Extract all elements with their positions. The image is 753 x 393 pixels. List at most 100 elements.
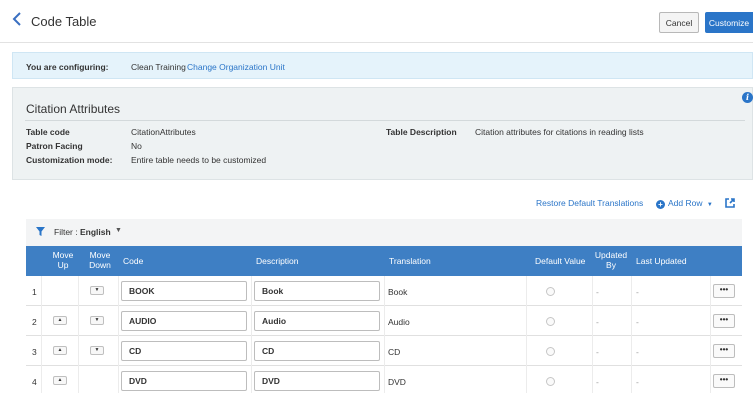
move-up-button[interactable]: ▲ <box>53 376 67 385</box>
table-header: Move Up Move Down Code Description Trans… <box>26 246 742 276</box>
column-divider <box>631 306 632 336</box>
column-header-translation: Translation <box>389 256 431 266</box>
filter-bar: Filter : English ▼ <box>26 219 742 246</box>
translation-value: Audio <box>388 317 410 327</box>
column-divider <box>251 276 252 306</box>
column-divider <box>710 336 711 366</box>
updated-by-value: - <box>596 287 599 297</box>
column-divider <box>631 276 632 306</box>
filter-label: Filter : <box>54 227 78 237</box>
translation-value: CD <box>388 347 401 357</box>
row-actions-button[interactable]: ••• <box>713 374 735 388</box>
column-divider <box>384 276 385 306</box>
column-header-last-updated: Last Updated <box>636 256 687 266</box>
row-actions-button[interactable]: ••• <box>713 314 735 328</box>
default-value-radio[interactable] <box>546 347 555 356</box>
column-divider <box>41 336 42 366</box>
column-divider <box>78 366 79 393</box>
table-row: 2 ▲ ▼ Audio - - ••• <box>26 306 742 336</box>
column-divider <box>41 306 42 336</box>
column-divider <box>526 366 527 393</box>
patron-facing-value: No <box>131 141 142 151</box>
top-bar: Code Table Cancel Customize <box>0 0 753 43</box>
row-number: 4 <box>32 377 37 387</box>
restore-default-translations-link[interactable]: Restore Default Translations <box>536 198 643 208</box>
column-divider <box>710 366 711 393</box>
column-divider <box>710 306 711 336</box>
column-divider <box>526 306 527 336</box>
code-input[interactable] <box>121 341 247 361</box>
default-value-radio[interactable] <box>546 317 555 326</box>
translation-value: Book <box>388 287 408 297</box>
column-divider <box>592 276 593 306</box>
organization-unit-name: Clean Training <box>131 62 186 72</box>
external-link-icon[interactable] <box>725 198 735 208</box>
column-header-description: Description <box>256 256 299 266</box>
column-divider <box>118 306 119 336</box>
column-divider <box>592 336 593 366</box>
translation-value: DVD <box>388 377 406 387</box>
column-divider <box>592 306 593 336</box>
column-divider <box>384 366 385 393</box>
plus-circle-icon: + <box>656 200 665 209</box>
move-down-button[interactable]: ▼ <box>90 316 104 325</box>
description-input[interactable] <box>254 311 380 331</box>
updated-by-value: - <box>596 347 599 357</box>
cancel-button[interactable]: Cancel <box>659 12 699 33</box>
updated-by-value: - <box>596 377 599 387</box>
table-row: 4 ▲ DVD - - ••• <box>26 366 742 393</box>
default-value-radio[interactable] <box>546 287 555 296</box>
column-header-move-down: Move Down <box>89 250 111 270</box>
last-updated-value: - <box>636 377 639 387</box>
column-divider <box>78 336 79 366</box>
table-code-value: CitationAttributes <box>131 127 196 137</box>
move-down-button[interactable]: ▼ <box>90 346 104 355</box>
column-divider <box>251 336 252 366</box>
row-number: 2 <box>32 317 37 327</box>
column-header-code: Code <box>123 256 144 266</box>
divider <box>25 120 745 121</box>
row-actions-button[interactable]: ••• <box>713 284 735 298</box>
customize-button[interactable]: Customize <box>705 12 753 33</box>
funnel-icon <box>36 227 45 236</box>
column-divider <box>41 366 42 393</box>
column-divider <box>526 336 527 366</box>
description-input[interactable] <box>254 371 380 391</box>
code-input[interactable] <box>121 311 247 331</box>
configuring-label: You are configuring: <box>26 62 109 72</box>
chevron-left-icon[interactable] <box>12 12 26 30</box>
page-title: Code Table <box>31 14 97 29</box>
description-input[interactable] <box>254 281 380 301</box>
customization-mode-value: Entire table needs to be customized <box>131 155 267 165</box>
citation-attributes-panel: Citation Attributes Table code CitationA… <box>12 87 753 180</box>
row-number: 3 <box>32 347 37 357</box>
chevron-down-icon: ▼ <box>706 202 713 208</box>
column-divider <box>251 366 252 393</box>
table-description-value: Citation attributes for citations in rea… <box>475 127 644 137</box>
add-row-label: Add Row <box>668 198 703 208</box>
description-input[interactable] <box>254 341 380 361</box>
move-up-button[interactable]: ▲ <box>53 346 67 355</box>
column-divider <box>118 276 119 306</box>
move-down-button[interactable]: ▼ <box>90 286 104 295</box>
info-icon[interactable]: i <box>742 92 753 103</box>
row-actions-button[interactable]: ••• <box>713 344 735 358</box>
table-code-label: Table code <box>26 127 70 137</box>
language-filter[interactable]: Filter : English <box>54 227 111 237</box>
column-divider <box>592 366 593 393</box>
default-value-radio[interactable] <box>546 377 555 386</box>
column-divider <box>41 276 42 306</box>
move-up-button[interactable]: ▲ <box>53 316 67 325</box>
column-divider <box>251 306 252 336</box>
column-divider <box>526 276 527 306</box>
column-divider <box>118 366 119 393</box>
change-organization-unit-link[interactable]: Change Organization Unit <box>187 62 285 72</box>
column-divider <box>118 336 119 366</box>
configuring-bar: You are configuring: Clean Training Chan… <box>12 52 753 79</box>
code-input[interactable] <box>121 281 247 301</box>
code-input[interactable] <box>121 371 247 391</box>
chevron-down-icon[interactable]: ▼ <box>115 227 122 234</box>
last-updated-value: - <box>636 287 639 297</box>
column-divider <box>78 306 79 336</box>
add-row-button[interactable]: + Add Row ▼ <box>656 198 713 209</box>
